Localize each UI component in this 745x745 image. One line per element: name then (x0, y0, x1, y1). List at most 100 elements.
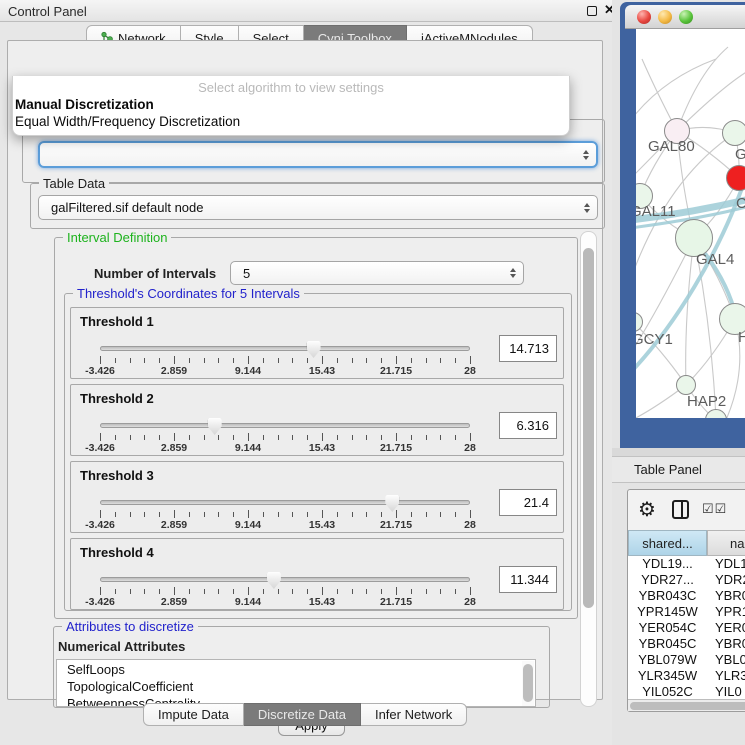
network-window-titlebar[interactable] (625, 5, 745, 29)
table-panel-titlebar: Table Panel (612, 456, 745, 483)
slider-tick (204, 435, 205, 440)
slider-tick (233, 358, 234, 363)
cell-name: YBR0 (707, 588, 745, 604)
slider-tick (292, 435, 293, 440)
gear-icon[interactable]: ⚙ (638, 497, 656, 522)
table-data-value: galFiltered.sif default node (51, 200, 203, 215)
threshold-value-box[interactable]: 21.4 (499, 489, 557, 516)
tick-label: 2.859 (144, 442, 204, 454)
table-data-combo[interactable]: galFiltered.sif default node (38, 195, 598, 220)
slider-tick (144, 435, 145, 440)
tick-label: -3.426 (70, 442, 130, 454)
column-header-shared-[interactable]: shared... (628, 530, 707, 556)
tick-label: 21.715 (366, 365, 426, 377)
checkboxes-icon[interactable]: ☑☑ (702, 501, 727, 517)
table-header-row: shared...na (628, 530, 745, 556)
table-row[interactable]: YBR043CYBR0 (628, 588, 745, 604)
table-row[interactable]: YPR145WYPR1 (628, 604, 745, 620)
slider-tick (189, 589, 190, 594)
slider-tick (440, 435, 441, 440)
tick-label: 21.715 (366, 519, 426, 531)
slider-track[interactable] (100, 346, 470, 351)
cell-name: YDL1 (707, 556, 745, 572)
slider-tick (263, 512, 264, 517)
slider-tick (411, 512, 412, 517)
table-row[interactable]: YDL19...YDL1 (628, 556, 745, 572)
numerical-attributes-label: Numerical Attributes (58, 639, 185, 654)
attribute-item[interactable]: SelfLoops (67, 662, 125, 679)
tick-label: 21.715 (366, 442, 426, 454)
network-node[interactable] (726, 165, 745, 191)
slider-tick (292, 589, 293, 594)
slider-tick (263, 358, 264, 363)
table-row[interactable]: YER054CYER0 (628, 620, 745, 636)
slider-tick (218, 435, 219, 440)
cell-shared-name: YLR345W (628, 668, 707, 684)
algorithm-combo[interactable] (38, 141, 598, 168)
float-window-icon[interactable] (587, 6, 597, 16)
close-traffic-light[interactable] (637, 10, 651, 24)
slider-tick (248, 356, 249, 364)
tab-impute-data[interactable]: Impute Data (143, 703, 244, 726)
slider-tick (396, 587, 397, 595)
slider-tick (426, 512, 427, 517)
slider-track[interactable] (100, 577, 470, 582)
slider-thumb[interactable] (385, 495, 399, 512)
table-panel-title: Table Panel (634, 462, 702, 477)
cyni-toolbox-pane: Discretization Algorithm Table Data galF… (7, 40, 603, 700)
algorithm-option-manual-discretization[interactable]: Manual Discretization (15, 97, 565, 113)
slider-tick (159, 512, 160, 517)
slider-tick (366, 512, 367, 517)
zoom-traffic-light[interactable] (679, 10, 693, 24)
tab-infer-network[interactable]: Infer Network (361, 703, 467, 726)
slider-tick (233, 435, 234, 440)
cell-name: YIL0 (707, 684, 745, 700)
tick-label: 28 (440, 442, 500, 454)
minimize-traffic-light[interactable] (658, 10, 672, 24)
slider-thumb[interactable] (307, 341, 321, 358)
attribute-item[interactable]: TopologicalCoefficient (67, 679, 193, 696)
threshold-value-box[interactable]: 14.713 (499, 335, 557, 362)
slider-tick (130, 589, 131, 594)
algorithm-option-equal-width-frequency-discretization[interactable]: Equal Width/Frequency Discretization (15, 114, 565, 130)
threshold-value-box[interactable]: 6.316 (499, 412, 557, 439)
cell-shared-name: YDL19... (628, 556, 707, 572)
table-row[interactable]: YIL052CYIL0 (628, 684, 745, 700)
threshold-panel-1: Threshold 1-3.4262.8599.14415.4321.71528… (70, 307, 564, 379)
slider-tick (440, 358, 441, 363)
tick-label: 28 (440, 365, 500, 377)
threshold-value-box[interactable]: 11.344 (499, 566, 557, 593)
numerical-attributes-list[interactable]: SelfLoopsTopologicalCoefficientBetweenne… (56, 659, 536, 707)
slider-tick (100, 356, 101, 364)
list-scrollbar[interactable] (522, 661, 534, 707)
columns-icon[interactable] (672, 500, 689, 519)
slider-thumb[interactable] (267, 572, 281, 589)
slider-tick (189, 512, 190, 517)
table-row[interactable]: YBR045CYBR0 (628, 636, 745, 652)
slider-tick (440, 512, 441, 517)
table-horizontal-scrollbar[interactable] (628, 699, 745, 711)
slider-thumb[interactable] (208, 418, 222, 435)
cell-shared-name: YDR27... (628, 572, 707, 588)
threshold-panel-2: Threshold 2-3.4262.8599.14415.4321.71528… (70, 384, 564, 456)
slider-tick (307, 512, 308, 517)
slider-track[interactable] (100, 500, 470, 505)
slider-tick (115, 512, 116, 517)
table-panel-container: ⚙ ☑☑ shared...na YDL19...YDL1YDR27...YDR… (627, 489, 745, 712)
table-row[interactable]: YDR27...YDR2 (628, 572, 745, 588)
cell-shared-name: YBR043C (628, 588, 707, 604)
table-row[interactable]: YLR345WYLR3 (628, 668, 745, 684)
node-label-gal80: GAL80 (648, 138, 695, 155)
slider-track[interactable] (100, 423, 470, 428)
network-node[interactable] (722, 120, 745, 146)
column-header-na[interactable]: na (707, 530, 745, 556)
tab-discretize-data[interactable]: Discretize Data (244, 703, 361, 726)
number-of-intervals-combo[interactable]: 5 (230, 261, 524, 285)
table-row[interactable]: YBL079WYBL0 (628, 652, 745, 668)
slider-tick (278, 589, 279, 594)
content-scrollbar[interactable] (580, 231, 597, 707)
panel-title: Control Panel (8, 4, 87, 19)
network-canvas[interactable]: GAL80GACGAL11GAL4HGCY1HAP2 (636, 29, 745, 418)
slider-tick (174, 356, 175, 364)
network-node[interactable] (676, 375, 696, 395)
